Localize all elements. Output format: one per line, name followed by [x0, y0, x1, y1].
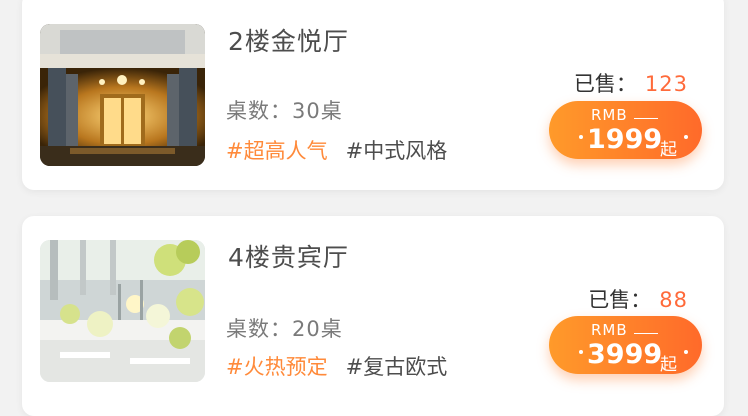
hall-photo[interactable]: [40, 240, 205, 382]
dot-icon: [684, 350, 688, 354]
hall-card[interactable]: 4楼贵宾厅 桌数：20桌 #火热预定 #复古欧式 已售： 88 RMB 3999 …: [22, 216, 724, 416]
hall-name: 2楼金悦厅: [228, 27, 349, 56]
hall-tags: #火热预定 #复古欧式: [226, 351, 447, 381]
table-count: 桌数：30桌: [226, 99, 343, 123]
currency-text: RMB: [591, 321, 628, 339]
hall-name: 4楼贵宾厅: [228, 243, 349, 272]
tag-popular: #火热预定: [226, 355, 328, 379]
currency-label: RMB: [591, 321, 658, 339]
dot-icon: [579, 350, 583, 354]
tag-style: #中式风格: [345, 139, 448, 163]
table-count: 桌数：20桌: [226, 317, 343, 341]
sold-count: 已售： 88: [588, 284, 688, 314]
hall-card[interactable]: 2楼金悦厅 桌数：30桌 #超高人气 #中式风格 已售： 123 RMB 1999…: [22, 0, 724, 190]
sold-count: 已售： 123: [574, 68, 688, 98]
hall-tags: #超高人气 #中式风格: [226, 135, 447, 165]
price-button[interactable]: RMB 3999 起: [549, 316, 702, 375]
price-amount: 1999: [587, 124, 663, 155]
sold-label: 已售：: [573, 72, 637, 96]
currency-text: RMB: [591, 106, 628, 124]
tag-popular: #超高人气: [226, 139, 328, 163]
hall-photo[interactable]: [40, 24, 205, 166]
dot-icon: [684, 135, 688, 139]
price-amount: 3999: [587, 339, 663, 370]
sold-label: 已售：: [588, 288, 652, 312]
dot-icon: [579, 135, 583, 139]
currency-label: RMB: [591, 106, 658, 124]
sold-number: 123: [644, 72, 688, 96]
price-suffix: 起: [660, 355, 677, 375]
sold-number: 88: [659, 288, 688, 312]
price-button[interactable]: RMB 1999 起: [549, 101, 702, 160]
price-suffix: 起: [660, 140, 677, 160]
tag-style: #复古欧式: [345, 355, 448, 379]
